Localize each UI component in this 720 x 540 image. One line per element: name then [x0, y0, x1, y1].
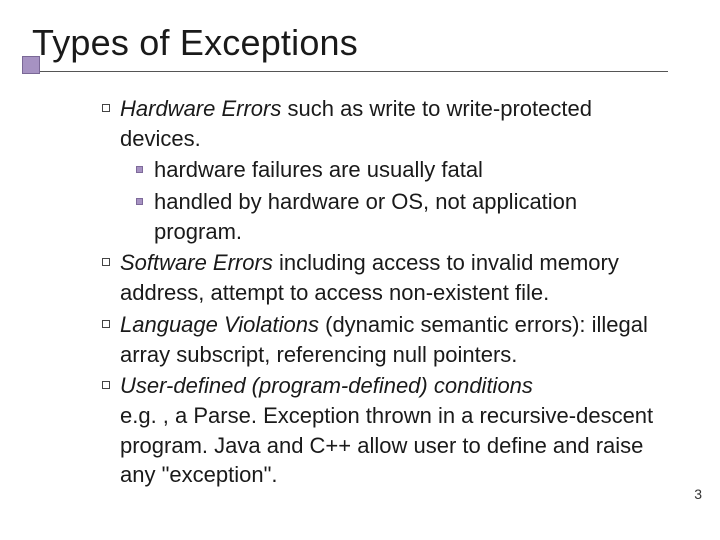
item-emph: Language Violations	[120, 312, 319, 337]
subitem-text: handled by hardware or OS, not applicati…	[154, 189, 577, 244]
slide: Types of Exceptions Hardware Errors such…	[0, 0, 720, 540]
square-bullet-icon	[102, 258, 110, 266]
item-emph: Hardware Errors	[120, 96, 281, 121]
item-emph: Software Errors	[120, 250, 273, 275]
list-subitem: hardware failures are usually fatal	[136, 155, 670, 185]
subitem-text: hardware failures are usually fatal	[154, 157, 483, 182]
square-bullet-icon	[102, 104, 110, 112]
content-body: Hardware Errors such as write to write-p…	[102, 94, 670, 490]
list-item: Software Errors including access to inva…	[102, 248, 670, 307]
list-subitem: handled by hardware or OS, not applicati…	[136, 187, 670, 246]
list-item: Hardware Errors such as write to write-p…	[102, 94, 670, 153]
square-bullet-icon	[102, 320, 110, 328]
title-area: Types of Exceptions	[22, 20, 690, 72]
square-bullet-icon	[102, 381, 110, 389]
accent-square-icon	[22, 56, 40, 74]
item-emph: User-defined (program-defined) condition…	[120, 373, 533, 398]
square-bullet-icon	[136, 166, 143, 173]
slide-title: Types of Exceptions	[32, 20, 690, 64]
list-item: User-defined (program-defined) condition…	[102, 371, 670, 490]
divider-line	[38, 70, 668, 72]
list-item: Language Violations (dynamic semantic er…	[102, 310, 670, 369]
item-tail: e.g. , a Parse. Exception thrown in a re…	[120, 403, 653, 487]
page-number: 3	[694, 486, 702, 502]
square-bullet-icon	[136, 198, 143, 205]
